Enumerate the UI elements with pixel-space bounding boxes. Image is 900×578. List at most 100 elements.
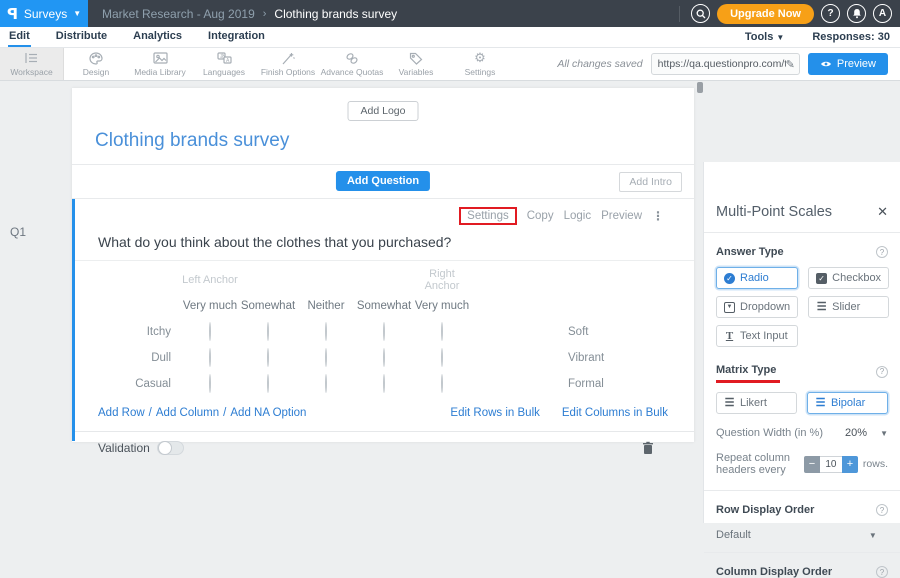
row-left-label[interactable]: Itchy — [98, 326, 181, 338]
radio-button[interactable] — [383, 348, 385, 367]
surveys-menu[interactable]: P Surveys ▼ — [0, 0, 88, 27]
row-right-label[interactable]: Formal — [471, 378, 604, 390]
row-left-label[interactable]: Casual — [98, 378, 181, 390]
languages-icon: あA — [217, 51, 232, 65]
question-width-row: Question Width (in %) 20% ▼ — [716, 427, 888, 439]
upgrade-now-button[interactable]: Upgrade Now — [717, 4, 814, 24]
answer-type-radio[interactable]: ✓ Radio — [716, 267, 798, 289]
radio-button[interactable] — [325, 374, 327, 393]
search-button[interactable] — [691, 4, 710, 23]
radio-button[interactable] — [383, 322, 385, 341]
help-icon[interactable]: ? — [876, 504, 888, 516]
radio-button[interactable] — [383, 374, 385, 393]
notifications-button[interactable] — [847, 4, 866, 23]
tab-analytics[interactable]: Analytics — [132, 27, 183, 47]
radio-button[interactable] — [209, 322, 211, 341]
radio-button[interactable] — [441, 322, 443, 341]
add-column-link[interactable]: Add Column — [156, 407, 219, 419]
radio-button[interactable] — [267, 348, 269, 367]
toolbar-item-variables[interactable]: Variables — [384, 48, 448, 80]
help-icon[interactable]: ? — [876, 566, 888, 578]
preview-button[interactable]: Preview — [808, 53, 888, 75]
add-intro-button[interactable]: Add Intro — [619, 172, 682, 192]
survey-url-input[interactable] — [658, 58, 786, 70]
matrix-row: Casual Formal — [98, 371, 694, 397]
row-display-label: Row Display Order — [716, 504, 814, 516]
row-right-label[interactable]: Vibrant — [471, 352, 604, 364]
preview-action[interactable]: Preview — [601, 210, 642, 222]
question-text[interactable]: What do you think about the clothes that… — [75, 225, 694, 260]
row-left-label[interactable]: Dull — [98, 352, 181, 364]
radio-button[interactable] — [325, 348, 327, 367]
divider — [704, 490, 900, 491]
toolbar-label: Settings — [465, 67, 496, 77]
edit-columns-bulk-link[interactable]: Edit Columns in Bulk — [562, 407, 668, 419]
row-display-select[interactable]: Default ▼ — [716, 529, 888, 541]
close-icon[interactable]: ✕ — [877, 204, 888, 220]
tab-integration[interactable]: Integration — [207, 27, 266, 47]
answer-type-dropdown[interactable]: ▼ Dropdown — [716, 296, 798, 318]
row-right-label[interactable]: Soft — [471, 326, 588, 338]
help-icon[interactable]: ? — [876, 366, 888, 378]
toolbar-item-settings[interactable]: ⚙ Settings — [448, 48, 512, 80]
help-button[interactable]: ? — [821, 4, 840, 23]
radio-check-icon: ✓ — [724, 273, 735, 284]
left-anchor-label: Left Anchor — [181, 274, 239, 286]
answer-type-slider[interactable]: ☰ Slider — [808, 296, 889, 318]
toolbar-right: All changes saved ✎ Preview — [557, 48, 900, 80]
radio-button[interactable] — [209, 374, 211, 393]
matrix-type-likert[interactable]: ☰ Likert — [716, 392, 797, 414]
delete-question-button[interactable] — [642, 441, 654, 455]
slider-icon: ☰ — [816, 302, 827, 313]
validation-toggle[interactable] — [157, 441, 184, 455]
add-row-link[interactable]: Add Row — [98, 407, 145, 419]
settings-action[interactable]: Settings — [459, 207, 517, 225]
tab-distribute[interactable]: Distribute — [55, 27, 108, 47]
help-icon[interactable]: ? — [876, 246, 888, 258]
option-label: Radio — [740, 272, 769, 284]
radio-button[interactable] — [267, 322, 269, 341]
repeat-headers-value[interactable]: 10 — [820, 456, 842, 473]
search-icon — [696, 9, 706, 19]
avatar[interactable]: A — [873, 4, 892, 23]
preview-label: Preview — [837, 58, 876, 70]
radio-button[interactable] — [441, 348, 443, 367]
radio-button[interactable] — [441, 374, 443, 393]
answer-type-text-input[interactable]: T Text Input — [716, 325, 798, 347]
radio-button[interactable] — [267, 374, 269, 393]
toolbar-item-advance-quotas[interactable]: Advance Quotas — [320, 48, 384, 80]
logic-action[interactable]: Logic — [564, 210, 592, 222]
answer-type-checkbox[interactable]: ✓ Checkbox — [808, 267, 889, 289]
add-na-option-link[interactable]: Add NA Option — [230, 407, 306, 419]
matrix-type-bipolar[interactable]: ☰ Bipolar — [807, 392, 888, 414]
toolbar-item-design[interactable]: Design — [64, 48, 128, 80]
radio-button[interactable] — [325, 322, 327, 341]
matrix-table: Left Anchor Right Anchor Very much Somew… — [75, 267, 694, 397]
edit-rows-bulk-link[interactable]: Edit Rows in Bulk — [450, 407, 539, 419]
tools-menu[interactable]: Tools ▼ — [745, 31, 785, 43]
survey-header: Add Logo Clothing brands survey — [72, 88, 694, 164]
breadcrumb-parent[interactable]: Market Research - Aug 2019 — [102, 7, 255, 21]
toolbar-item-media-library[interactable]: Media Library — [128, 48, 192, 80]
add-logo-button[interactable]: Add Logo — [348, 101, 419, 121]
edit-url-button[interactable]: ✎ — [786, 58, 795, 71]
copy-action[interactable]: Copy — [527, 210, 554, 222]
question-width-value[interactable]: 20% — [845, 427, 867, 439]
canvas-scrollbar[interactable] — [697, 82, 703, 93]
survey-title[interactable]: Clothing brands survey — [95, 130, 289, 152]
toolbar-item-finish-options[interactable]: Finish Options — [256, 48, 320, 80]
svg-text:あ: あ — [220, 54, 225, 60]
radio-button[interactable] — [209, 348, 211, 367]
chevron-down-icon[interactable]: ▼ — [880, 429, 888, 438]
toolbar-item-languages[interactable]: あA Languages — [192, 48, 256, 80]
toolbar-label: Finish Options — [261, 67, 315, 77]
toolbar-item-workspace[interactable]: Workspace — [0, 48, 64, 80]
tab-edit[interactable]: Edit — [8, 27, 31, 47]
add-question-button[interactable]: Add Question — [336, 171, 430, 191]
trash-icon — [642, 441, 654, 455]
decrement-button[interactable]: − — [804, 456, 820, 473]
column-header: Neither — [297, 300, 355, 312]
kebab-menu-icon[interactable]: ⋮ — [652, 213, 664, 220]
increment-button[interactable]: + — [842, 456, 858, 473]
panel-title-row: Multi-Point Scales ✕ — [716, 204, 888, 220]
